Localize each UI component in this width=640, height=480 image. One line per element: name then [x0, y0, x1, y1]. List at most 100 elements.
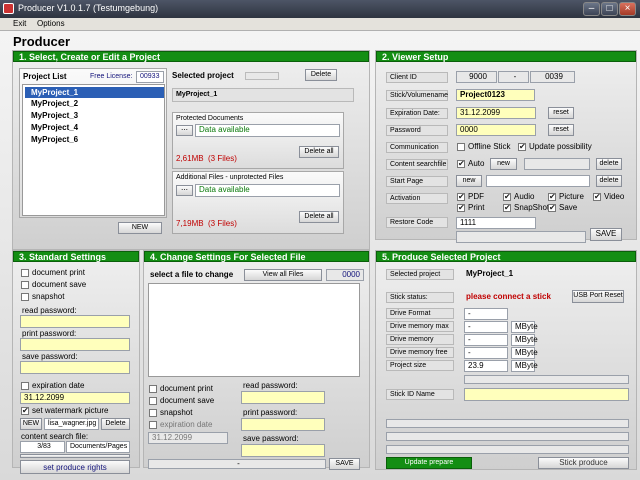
- file-save-pw-field[interactable]: [241, 444, 325, 457]
- menu-exit[interactable]: Exit: [13, 19, 26, 28]
- save-viewer-button[interactable]: SAVE: [590, 228, 622, 241]
- video-checkbox[interactable]: [593, 192, 601, 201]
- protected-docs-box: Protected Documents ⋯ Data available 2,6…: [172, 112, 344, 169]
- offline-stick-checkbox[interactable]: [457, 143, 465, 151]
- viewer-status-field: [456, 231, 586, 243]
- project-size-value: 23.9: [464, 360, 508, 372]
- snapshot-checkbox[interactable]: [503, 203, 511, 212]
- save-checkbox[interactable]: [548, 203, 556, 212]
- new-project-button[interactable]: NEW: [118, 222, 162, 234]
- content-search-type[interactable]: Documents/Pages: [66, 441, 130, 453]
- restore-code-field[interactable]: 1111: [456, 217, 536, 229]
- new-start-page-button[interactable]: new: [456, 175, 482, 187]
- std-save-checkbox[interactable]: [21, 281, 29, 289]
- stick-id-field[interactable]: [464, 388, 629, 401]
- protected-docs-title: Protected Documents: [176, 115, 244, 122]
- stick-produce-button[interactable]: Stick produce: [538, 457, 629, 469]
- project-list[interactable]: MyProject_1 MyProject_2 MyProject_3 MyPr…: [22, 84, 165, 216]
- delete-watermark-button[interactable]: Delete: [101, 418, 130, 430]
- expiration-field[interactable]: 31.12.2099: [456, 107, 536, 119]
- std-expiration-field[interactable]: 31.12.2099: [20, 392, 130, 404]
- file-print-label: document print: [160, 384, 213, 393]
- menu-options[interactable]: Options: [37, 19, 65, 28]
- save-label: Save: [559, 203, 578, 212]
- std-snapshot-checkbox[interactable]: [21, 293, 29, 301]
- reset-expiration-button[interactable]: reset: [548, 107, 574, 119]
- panel-produce: 5. Produce Selected Project Selected pro…: [375, 250, 637, 470]
- file-snapshot-checkbox[interactable]: [149, 409, 157, 417]
- delete-searchfile-button[interactable]: delete: [596, 158, 622, 170]
- std-print-pw-field[interactable]: [20, 338, 130, 351]
- file-list[interactable]: [148, 283, 360, 377]
- project-item[interactable]: MyProject_6: [31, 135, 78, 144]
- update-possibility-checkbox[interactable]: [518, 142, 526, 151]
- title-bar: Producer V1.0.1.7 (Testumgebung) – □ ×: [0, 0, 640, 18]
- expiration-label: Expiration Date:: [386, 108, 448, 119]
- file-print-checkbox[interactable]: [149, 385, 157, 393]
- new-watermark-button[interactable]: NEW: [20, 418, 42, 430]
- project-item[interactable]: MyProject_1: [25, 87, 164, 98]
- browse-protected-button[interactable]: ⋯: [176, 125, 193, 136]
- close-button[interactable]: ×: [619, 2, 636, 16]
- password-field[interactable]: 0000: [456, 124, 536, 136]
- pdf-checkbox[interactable]: [457, 192, 465, 201]
- file-print-pw-label: print password:: [243, 408, 298, 417]
- drive-memory-unit: MByte: [511, 334, 538, 346]
- std-print-label: document print: [32, 268, 85, 277]
- project-size-label: Project size: [386, 360, 454, 371]
- file-expiration-label: expiration date: [160, 420, 213, 429]
- reset-password-button[interactable]: reset: [548, 124, 574, 136]
- file-expiration-checkbox[interactable]: [149, 421, 157, 429]
- update-prepare-button[interactable]: Update prepare: [386, 457, 472, 469]
- print-checkbox[interactable]: [457, 203, 465, 212]
- file-read-pw-label: read password:: [243, 381, 298, 390]
- app-icon: [3, 3, 14, 14]
- std-expiration-checkbox[interactable]: [21, 382, 29, 390]
- std-print-checkbox[interactable]: [21, 269, 29, 277]
- view-all-files-button[interactable]: View all Files: [244, 269, 322, 281]
- delete-all-additional-button[interactable]: Delete all: [299, 211, 339, 223]
- produce-selected-value: MyProject_1: [466, 269, 514, 278]
- auto-label: Auto: [468, 159, 485, 168]
- file-save-checkbox[interactable]: [149, 397, 157, 405]
- std-read-pw-field[interactable]: [20, 315, 130, 328]
- maximize-button[interactable]: □: [601, 2, 618, 16]
- free-license-label: Free License:: [90, 73, 133, 80]
- audio-checkbox[interactable]: [503, 192, 511, 201]
- free-license-count: 00933: [136, 71, 164, 83]
- std-save-label: document save: [32, 280, 87, 289]
- pdf-label: PDF: [468, 192, 484, 201]
- drive-memory-free-label: Drive memory free: [386, 347, 454, 358]
- drive-memory-max-label: Drive memory max: [386, 321, 454, 332]
- new-searchfile-button[interactable]: new: [490, 158, 517, 170]
- client-id-b[interactable]: 0039: [530, 71, 575, 83]
- file-print-pw-field[interactable]: [241, 418, 325, 431]
- panel1-header: 1. Select, Create or Edit a Project: [13, 51, 369, 62]
- file-expiration-field[interactable]: 31.12.2099: [148, 432, 228, 444]
- project-item[interactable]: MyProject_4: [31, 123, 78, 132]
- set-produce-rights-button[interactable]: set produce rights: [20, 460, 130, 474]
- std-save-pw-field[interactable]: [20, 361, 130, 374]
- save-file-settings-button[interactable]: SAVE: [329, 458, 360, 470]
- stick-volumename-field[interactable]: Project0123: [456, 89, 535, 101]
- client-id-a[interactable]: 9000: [456, 71, 497, 83]
- delete-project-button[interactable]: Delete: [305, 69, 337, 81]
- minimize-button[interactable]: –: [583, 2, 600, 16]
- file-count: 0000: [326, 269, 364, 281]
- auto-checkbox[interactable]: [457, 159, 465, 168]
- app-title: Producer: [13, 34, 71, 49]
- picture-checkbox[interactable]: [548, 192, 556, 201]
- browse-additional-button[interactable]: ⋯: [176, 185, 193, 196]
- searchfile-field[interactable]: [524, 158, 590, 170]
- video-label: Video: [604, 192, 625, 201]
- panel-viewer-setup: 2. Viewer Setup Client ID 9000 - 0039 St…: [375, 50, 637, 243]
- delete-all-protected-button[interactable]: Delete all: [299, 146, 339, 158]
- delete-start-page-button[interactable]: delete: [596, 175, 622, 187]
- project-item[interactable]: MyProject_2: [31, 99, 78, 108]
- usb-port-reset-button[interactable]: USB Port Reset: [572, 290, 624, 303]
- file-read-pw-field[interactable]: [241, 391, 325, 404]
- project-item[interactable]: MyProject_3: [31, 111, 78, 120]
- selected-project-name: MyProject_1: [172, 88, 354, 102]
- watermark-checkbox[interactable]: [21, 406, 29, 415]
- start-page-field[interactable]: [486, 175, 590, 187]
